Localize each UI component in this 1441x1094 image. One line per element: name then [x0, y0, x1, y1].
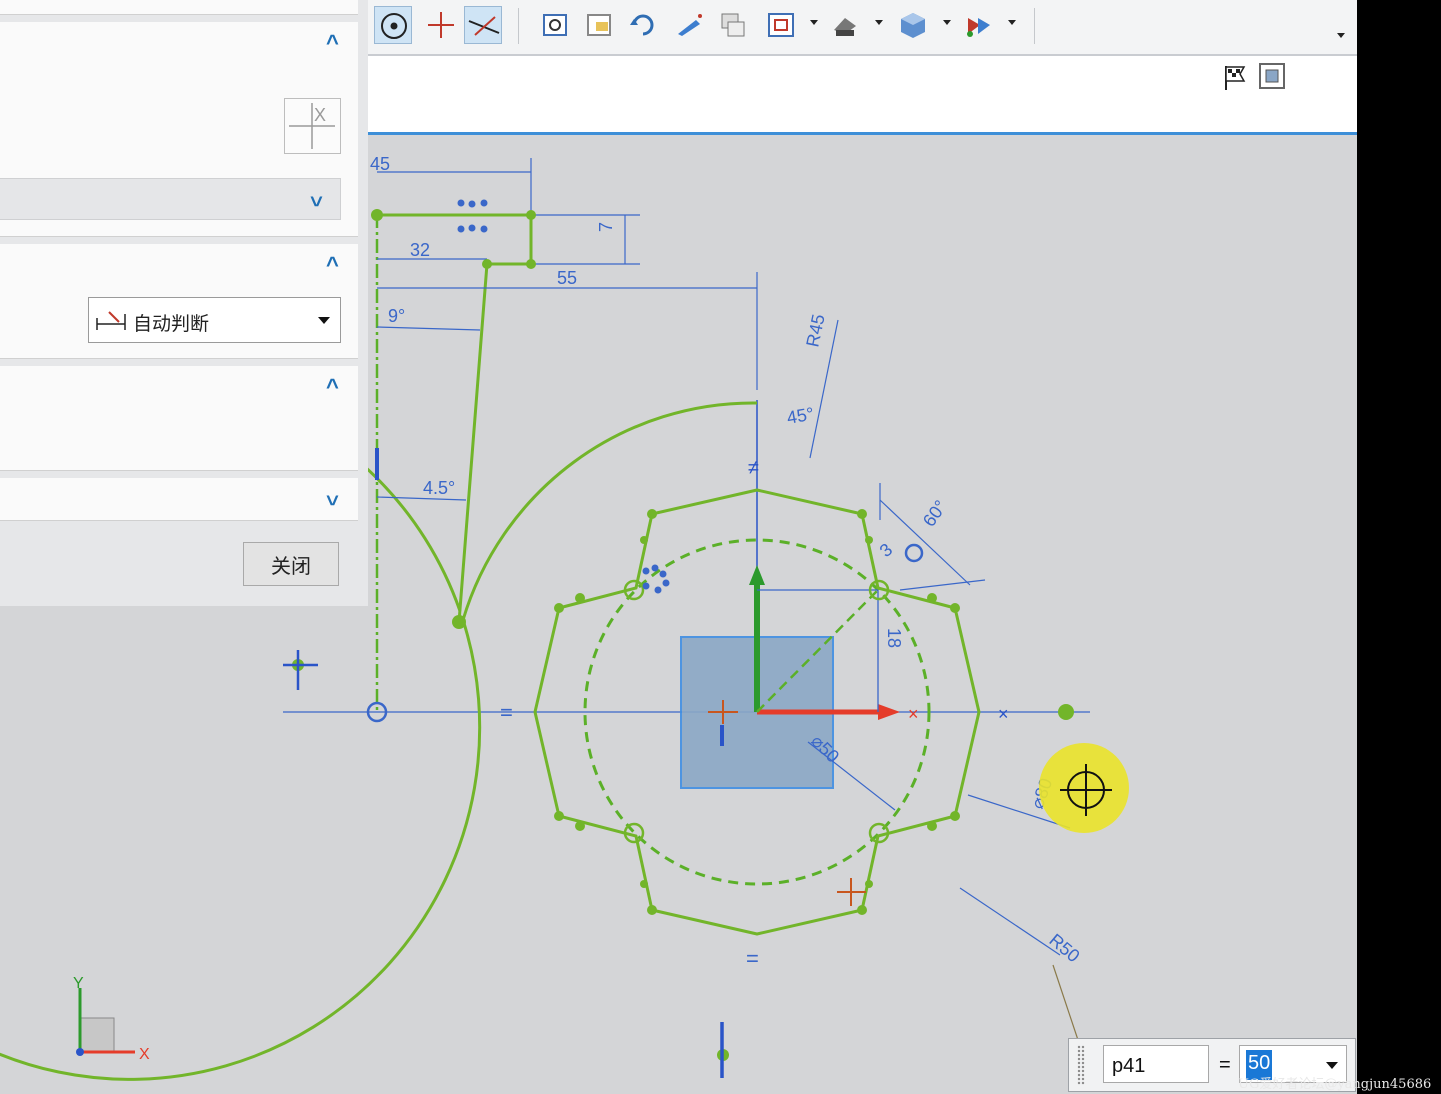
- axis-y-label: Y: [73, 975, 84, 992]
- dim-18: 18: [884, 628, 904, 648]
- sketch-dimension-dialog: ^ X ^ ^ 自动判断 ^ ^ 关闭: [0, 0, 368, 606]
- value-dropdown-arrow-icon[interactable]: [1326, 1062, 1338, 1069]
- finish-sketch-icon[interactable]: [1220, 62, 1250, 92]
- svg-text:×: ×: [998, 704, 1009, 724]
- render-style-button[interactable]: [826, 6, 864, 44]
- point-button[interactable]: [422, 6, 460, 44]
- method-collapsed-bar[interactable]: ^: [0, 178, 341, 220]
- dialog-top-section: [0, 0, 358, 14]
- watermark-text: UG爱好者论坛@yangjun45686: [1238, 1077, 1432, 1092]
- dim-r45: R45: [802, 312, 828, 348]
- dimension-name-field[interactable]: p41: [1103, 1045, 1209, 1083]
- measurement-type-dropdown[interactable]: 自动判断: [88, 297, 341, 343]
- drag-grip-icon[interactable]: [1077, 1045, 1085, 1085]
- dropdown-arrow-icon: [318, 317, 330, 324]
- equals-sign: =: [1219, 1054, 1231, 1076]
- constraint-symbols: [457, 199, 670, 594]
- zoom-window-button[interactable]: [580, 6, 618, 44]
- settings-section[interactable]: ^: [0, 478, 358, 520]
- lever-profile: [377, 213, 533, 623]
- display-edges-button[interactable]: [960, 6, 998, 44]
- toolbar-overflow-arrow[interactable]: [1337, 33, 1345, 38]
- pan-icon: [678, 14, 702, 36]
- layer-button[interactable]: [714, 6, 752, 44]
- dimension-lines: [376, 158, 1071, 956]
- dim-7: 7: [596, 222, 616, 232]
- equal-constraint-1: =: [500, 700, 513, 725]
- dim-32: 32: [410, 240, 430, 260]
- dim-9-deg: 9°: [388, 306, 405, 326]
- cursor-highlight: [1039, 743, 1129, 833]
- dim-60-deg: 60°: [919, 497, 951, 531]
- dim-4-5-deg: 4.5°: [423, 478, 455, 498]
- point-selector-button[interactable]: X: [284, 98, 341, 154]
- orient-view-icon: [768, 13, 794, 37]
- trim-icon: [468, 16, 500, 36]
- secondary-ribbon: [368, 56, 1357, 135]
- shaded-view-button[interactable]: [894, 6, 932, 44]
- equal-constraint-2: =: [746, 946, 759, 971]
- nx-application-window: 45 32 55 7 9° 4.5° R45 45° 60° 3 18 ⌀50 …: [0, 0, 1357, 1094]
- rotate-icon: [630, 14, 654, 36]
- render-style-icon: [834, 18, 856, 36]
- expand-chevron-down-icon[interactable]: ^: [326, 484, 339, 510]
- dim-45-deg: 45°: [785, 404, 815, 428]
- expand-chevron-down-icon[interactable]: ^: [310, 185, 323, 211]
- svg-text:×: ×: [908, 704, 919, 724]
- collapse-chevron-up-icon[interactable]: ^: [326, 374, 339, 400]
- driving-section: ^: [0, 366, 358, 470]
- top-toolbar: [368, 0, 1357, 56]
- type-select-value: 自动判断: [133, 314, 210, 335]
- point-on-curve-button[interactable]: [374, 6, 412, 44]
- wcs-triad: Y X: [73, 975, 150, 1063]
- dim-r50: R50: [1045, 930, 1083, 967]
- orient-view-button[interactable]: [762, 6, 800, 44]
- inferred-dimension-icon: [96, 311, 126, 330]
- collapse-chevron-up-icon[interactable]: ^: [326, 30, 339, 56]
- shaded-view-icon: [901, 13, 925, 38]
- layer-icon: [721, 13, 745, 37]
- reference-section: ^ X ^: [0, 22, 358, 236]
- zoom-window-icon: [587, 14, 611, 36]
- rotate-button[interactable]: [624, 6, 662, 44]
- svg-text:X: X: [314, 105, 326, 125]
- fit-view-icon: [543, 14, 567, 36]
- dimension-labels: 45 32 55 7 9° 4.5° R45 45° 60° 3 18 ⌀50 …: [370, 154, 1084, 971]
- fit-view-button[interactable]: [536, 6, 574, 44]
- point-on-curve-icon: [381, 13, 407, 39]
- maximize-view-icon[interactable]: [1256, 60, 1288, 92]
- dim-45: 45: [370, 154, 390, 174]
- trim-button[interactable]: [464, 6, 502, 44]
- point-crosshair-icon: X: [289, 103, 335, 149]
- dim-3: 3: [876, 539, 897, 561]
- sketch-points: [292, 209, 1074, 1061]
- collapse-chevron-up-icon[interactable]: ^: [326, 252, 339, 278]
- screen-border: [1357, 0, 1441, 1094]
- point-icon: [428, 12, 454, 38]
- svg-text:≠: ≠: [748, 457, 759, 479]
- dim-55: 55: [557, 268, 577, 288]
- display-edges-icon: [967, 18, 990, 37]
- axis-x-label: X: [139, 1046, 150, 1063]
- close-button[interactable]: 关闭: [243, 542, 339, 586]
- pan-button[interactable]: [670, 6, 708, 44]
- spiral-arc: [461, 401, 758, 621]
